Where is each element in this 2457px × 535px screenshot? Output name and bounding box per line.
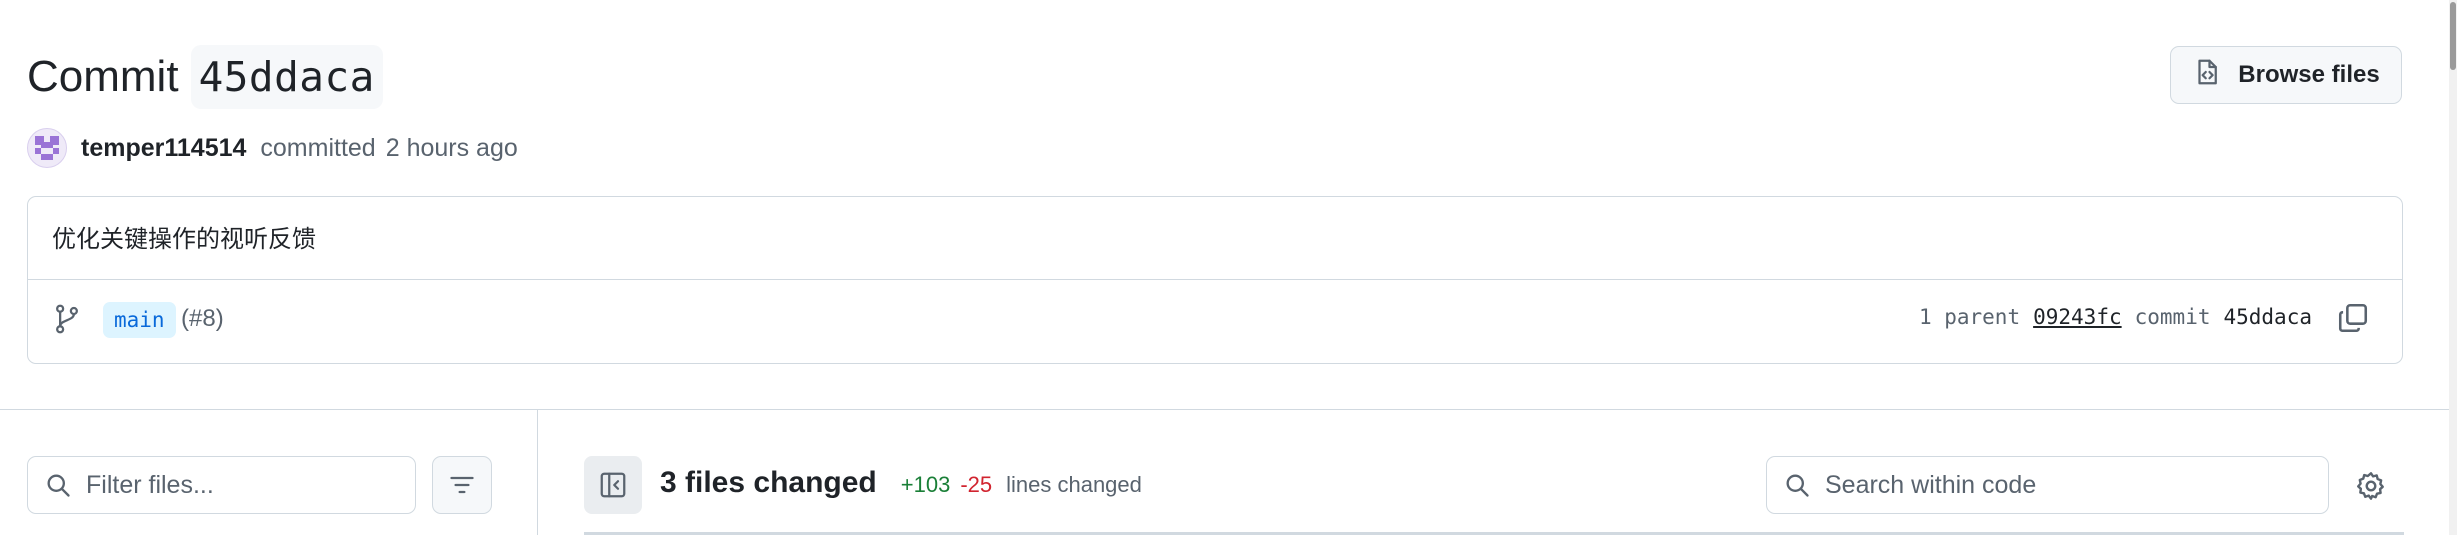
commit-title-label: Commit bbox=[27, 52, 179, 101]
search-code-placeholder: Search within code bbox=[1825, 470, 2037, 499]
commit-title-sha: 45ddaca bbox=[190, 45, 383, 109]
commit-action: committed bbox=[260, 133, 376, 162]
avatar[interactable] bbox=[27, 128, 67, 168]
search-icon bbox=[47, 474, 70, 497]
avatar-identicon bbox=[35, 136, 59, 160]
author-name[interactable]: temper114514 bbox=[81, 134, 246, 163]
filter-files-placeholder: Filter files... bbox=[86, 470, 214, 499]
browse-files-button[interactable]: Browse files bbox=[2170, 46, 2402, 104]
diff-summary: 3 files changed +103 -25 lines changed bbox=[660, 466, 1142, 500]
parent-sha-link[interactable]: 09243fc bbox=[2033, 305, 2122, 329]
file-tree-divider[interactable] bbox=[537, 410, 538, 535]
filter-options-button[interactable] bbox=[432, 456, 492, 514]
pull-request-link[interactable]: (#8) bbox=[181, 305, 224, 333]
git-branch-icon bbox=[56, 304, 78, 334]
browse-files-label: Browse files bbox=[2238, 61, 2380, 88]
toggle-file-tree-button[interactable] bbox=[584, 456, 642, 514]
commit-sha: 45ddaca bbox=[2223, 305, 2312, 329]
browse-code-icon bbox=[2192, 57, 2222, 94]
additions-count: +103 bbox=[900, 472, 951, 497]
scrollbar-thumb[interactable] bbox=[2450, 2, 2456, 70]
commit-box-divider bbox=[28, 279, 2402, 280]
commit-label: commit bbox=[2134, 305, 2211, 329]
page-title: Commit 45ddaca bbox=[27, 45, 383, 109]
gear-icon[interactable] bbox=[2355, 470, 2387, 502]
commit-message: 优化关键操作的视听反馈 bbox=[52, 225, 316, 253]
search-icon bbox=[1786, 474, 1809, 497]
search-code-input[interactable]: Search within code bbox=[1766, 456, 2329, 514]
copy-icon[interactable] bbox=[2336, 301, 2370, 335]
filter-icon bbox=[450, 476, 474, 494]
sidebar-collapse-icon bbox=[600, 472, 626, 498]
section-divider bbox=[0, 409, 2449, 410]
lines-changed-label: lines changed bbox=[1006, 472, 1142, 497]
branch-label[interactable]: main bbox=[103, 302, 176, 338]
commit-parents: 1 parent 09243fc commit 45ddaca bbox=[1919, 305, 2312, 329]
deletions-count: -25 bbox=[960, 472, 993, 497]
parent-count: 1 parent bbox=[1918, 305, 2021, 329]
scrollbar[interactable] bbox=[2449, 0, 2457, 535]
files-changed-count: 3 files changed bbox=[660, 466, 877, 499]
commit-page: Commit 45ddaca Browse files temper114514… bbox=[0, 0, 2457, 535]
filter-files-input[interactable]: Filter files... bbox=[27, 456, 416, 514]
commit-box: 优化关键操作的视听反馈 main (#8) 1 parent 09243fc c… bbox=[27, 196, 2403, 364]
author-row: temper114514 committed 2 hours ago bbox=[27, 128, 518, 168]
commit-time: 2 hours ago bbox=[385, 133, 518, 162]
